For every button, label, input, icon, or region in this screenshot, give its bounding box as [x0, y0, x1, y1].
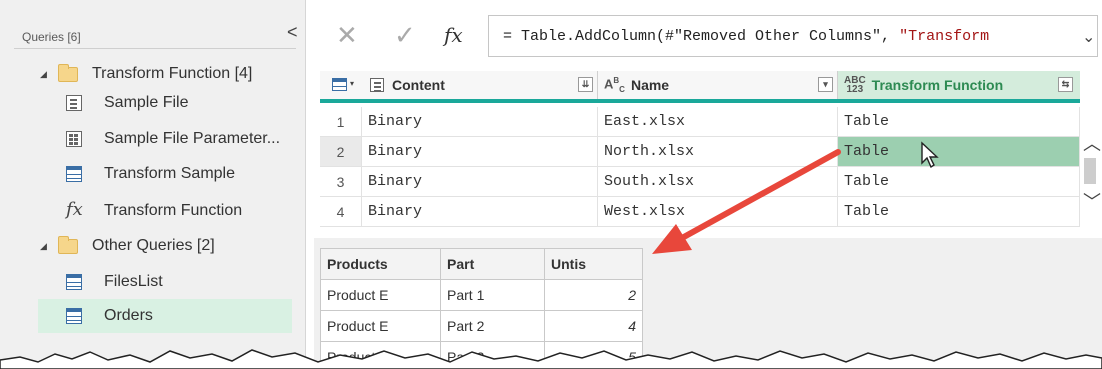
annotation-arrow	[652, 149, 841, 254]
mouse-cursor-icon	[921, 141, 939, 169]
torn-edge-decoration	[0, 349, 1102, 369]
